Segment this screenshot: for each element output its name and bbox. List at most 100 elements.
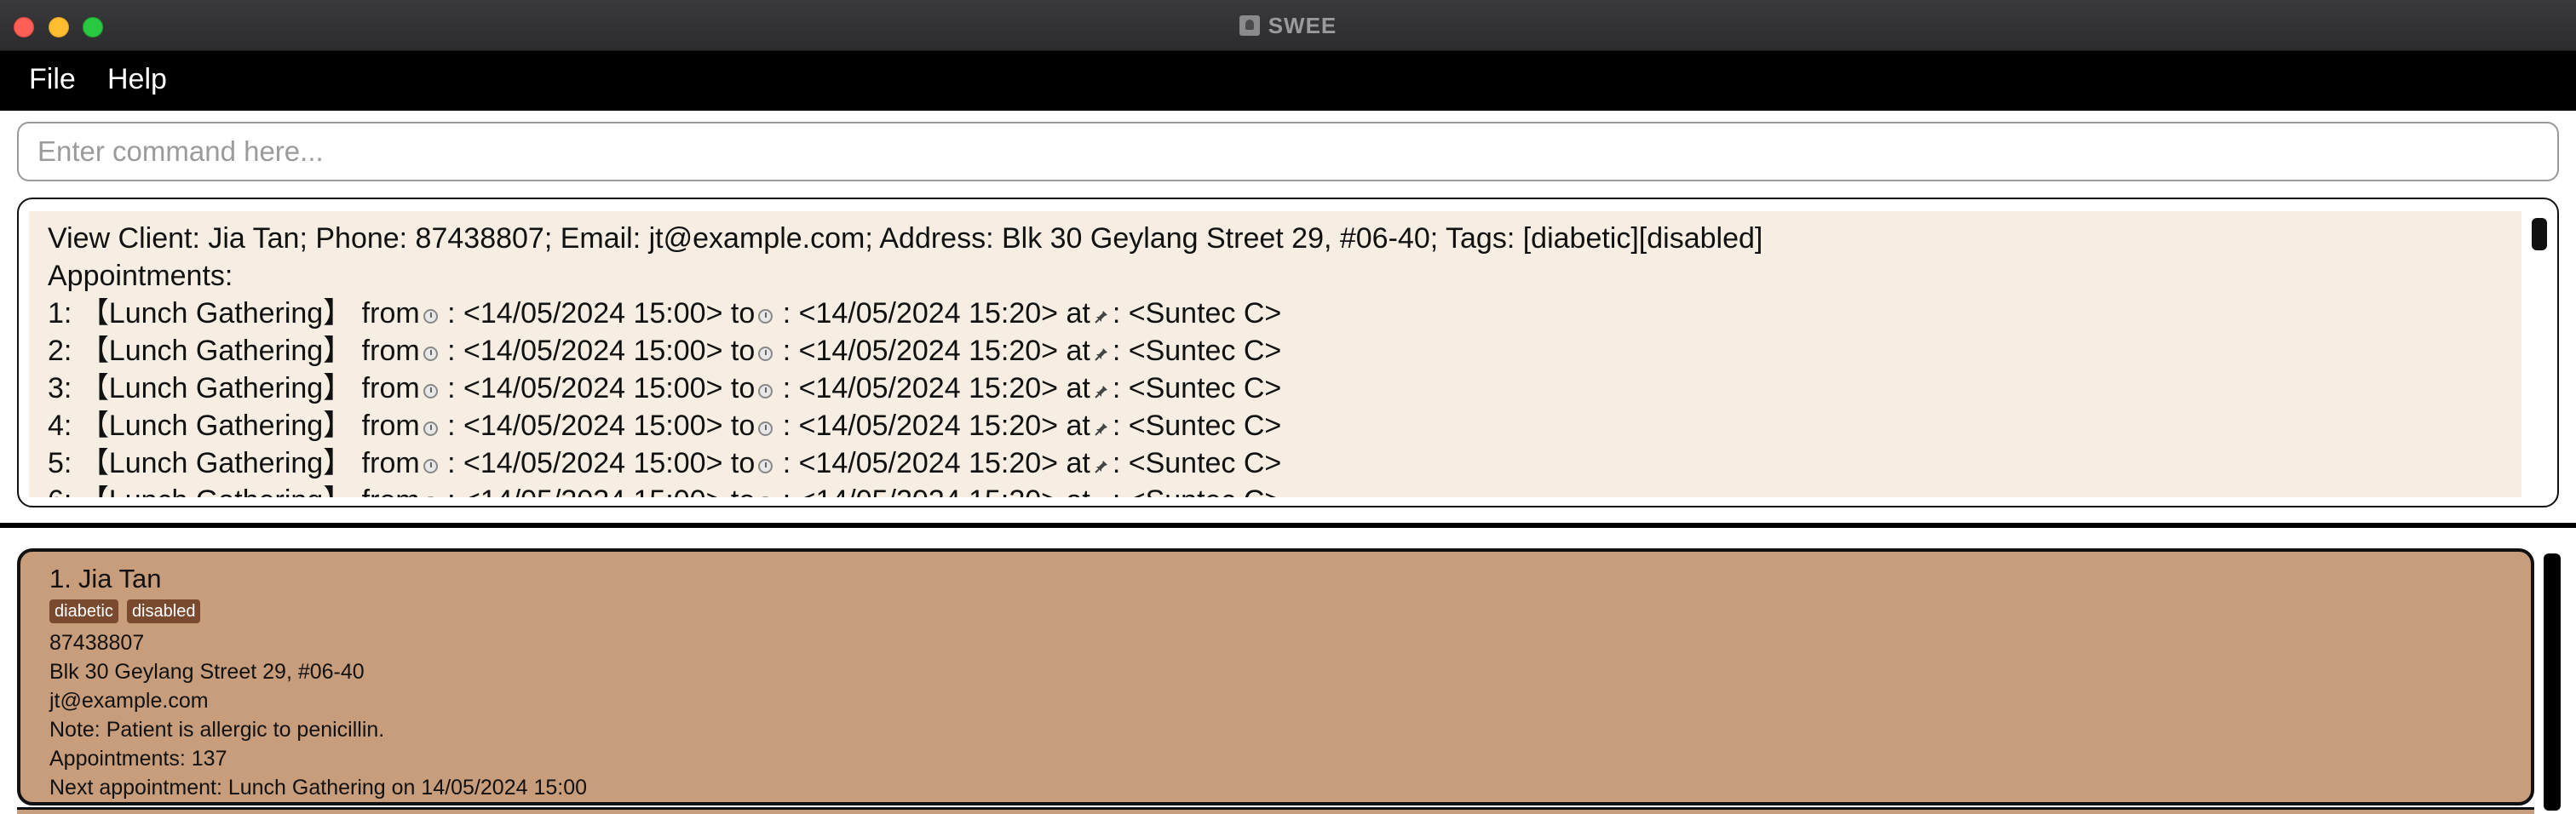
- person-address: Blk 30 Geylang Street 29, #06-40: [49, 660, 365, 684]
- appointment-index: 2:: [48, 335, 72, 367]
- result-header: View Client: Jia Tan; Phone: 87438807; E…: [48, 222, 1763, 255]
- appointment-from-time: : <14/05/2024 15:00>: [447, 484, 722, 497]
- appointment-line: 4: 【Lunch Gathering】 from : <14/05/2024 …: [48, 407, 2521, 444]
- appointment-from-time: : <14/05/2024 15:00>: [447, 372, 723, 404]
- window-title: SWEE: [0, 13, 2576, 39]
- appointment-to-time: : <14/05/2024 15:20>: [782, 335, 1059, 367]
- appointment-from-time: : <14/05/2024 15:00>: [447, 335, 723, 367]
- appointment-index: 6:: [48, 484, 72, 497]
- result-text-area[interactable]: View Client: Jia Tan; Phone: 87438807; E…: [29, 211, 2521, 497]
- clock-icon: [758, 496, 773, 497]
- appointment-index: 1:: [48, 297, 72, 330]
- clock-icon: [423, 347, 438, 361]
- pin-icon: [1094, 371, 1109, 398]
- appointment-at-label: at: [1066, 297, 1090, 330]
- appointment-index: 5:: [48, 447, 72, 479]
- appointment-to-time: : <14/05/2024 15:20>: [782, 372, 1059, 404]
- clock-icon: [423, 309, 438, 324]
- appointment-to-time: : <14/05/2024 15:20>: [782, 447, 1059, 479]
- person-next-appointment: Next appointment: Lunch Gathering on 14/…: [49, 776, 588, 800]
- person-tags: diabetic disabled: [49, 598, 2531, 628]
- appointment-line: 6: 【Lunch Gathering】 from : <14/05/2024 …: [48, 482, 2521, 497]
- appointment-from-label: from: [361, 372, 420, 404]
- appointment-title: 【Lunch Gathering】: [79, 372, 353, 404]
- appointment-at-label: at: [1066, 335, 1090, 367]
- appointment-from-time: : <14/05/2024 15:00>: [447, 447, 723, 479]
- next-person-card-edge: [17, 807, 2534, 814]
- appointment-from-label: from: [361, 447, 420, 479]
- appointment-at-label: at: [1066, 447, 1090, 479]
- person-note: Note: Patient is allergic to penicillin.: [49, 718, 385, 742]
- clock-icon: [423, 384, 438, 398]
- appointment-to-label: to: [730, 410, 756, 442]
- appointment-at-label: at: [1066, 484, 1090, 497]
- appointment-to-time: : <14/05/2024 15:20>: [782, 297, 1059, 330]
- menu-bar: File Help: [0, 51, 2576, 111]
- appointment-line: 2: 【Lunch Gathering】 from : <14/05/2024 …: [48, 332, 2521, 370]
- appointment-index: 3:: [48, 372, 72, 404]
- clock-icon: [423, 421, 438, 436]
- window-titlebar: SWEE: [0, 0, 2576, 51]
- appointment-from-label: from: [361, 297, 420, 330]
- appointment-to-time: : <14/05/2024 15:20>: [782, 410, 1059, 442]
- appointment-list: 1: 【Lunch Gathering】 from : <14/05/2024 …: [48, 295, 2521, 497]
- person-email: jt@example.com: [49, 689, 209, 713]
- appointment-location: : <Suntec C>: [1112, 297, 1282, 330]
- appointment-index: 4:: [48, 410, 72, 442]
- clock-icon: [758, 309, 773, 324]
- person-phone: 87438807: [49, 631, 145, 655]
- appointment-location: : <Suntec C>: [1112, 447, 1282, 479]
- menu-help[interactable]: Help: [107, 63, 167, 96]
- person-card-header: 1. Jia Tan: [49, 564, 2531, 598]
- result-scrollbar[interactable]: [2532, 218, 2547, 250]
- appointment-from-time: : <14/05/2024 15:00>: [447, 410, 723, 442]
- appointment-to-label: to: [730, 335, 756, 367]
- appointments-label: Appointments:: [48, 260, 233, 292]
- pin-icon: [1094, 409, 1109, 436]
- appointment-from-label: from: [362, 484, 420, 497]
- clock-icon: [423, 496, 438, 497]
- appointment-at-label: at: [1066, 410, 1090, 442]
- menu-file[interactable]: File: [29, 63, 76, 96]
- appointment-from-label: from: [361, 410, 420, 442]
- window-title-text: SWEE: [1268, 13, 1337, 38]
- person-name: Jia Tan: [78, 564, 162, 593]
- result-display: View Client: Jia Tan; Phone: 87438807; E…: [17, 198, 2559, 507]
- person-list-scrollbar[interactable]: [2544, 553, 2561, 811]
- person-index: 1.: [49, 564, 72, 593]
- appointment-to-label: to: [730, 372, 756, 404]
- appointment-location: : <Suntec C>: [1113, 484, 1281, 497]
- appointment-to-time: : <14/05/2024 15:20>: [783, 484, 1058, 497]
- tag-badge: diabetic: [49, 599, 118, 623]
- clock-icon: [423, 459, 438, 473]
- clock-icon: [758, 347, 773, 361]
- appointment-from-label: from: [361, 335, 420, 367]
- person-card[interactable]: 1. Jia Tan diabetic disabled 87438807 Blk …: [17, 548, 2534, 805]
- appointment-to-label: to: [731, 484, 755, 497]
- appointment-location: : <Suntec C>: [1112, 372, 1282, 404]
- appointment-line: 1: 【Lunch Gathering】 from : <14/05/2024 …: [48, 295, 2521, 332]
- person-appointment-count: Appointments: 137: [49, 747, 227, 771]
- person-list: 1. Jia Tan diabetic disabled 87438807 Blk …: [0, 528, 2576, 814]
- appointment-to-label: to: [730, 297, 756, 330]
- clock-icon: [758, 384, 773, 398]
- clock-icon: [758, 421, 773, 436]
- pin-icon: [1094, 334, 1109, 361]
- appointment-title: 【Lunch Gathering】: [79, 335, 353, 367]
- appointment-location: : <Suntec C>: [1112, 335, 1282, 367]
- appointment-from-time: : <14/05/2024 15:00>: [447, 297, 723, 330]
- app-icon: [1239, 15, 1260, 36]
- appointment-to-label: to: [730, 447, 756, 479]
- appointment-at-label: at: [1066, 372, 1090, 404]
- command-input[interactable]: [17, 122, 2559, 181]
- pin-icon: [1094, 484, 1109, 497]
- appointment-title: 【Lunch Gathering】: [80, 484, 352, 497]
- pin-icon: [1094, 296, 1109, 324]
- pin-icon: [1094, 446, 1109, 473]
- appointment-line: 5: 【Lunch Gathering】 from : <14/05/2024 …: [48, 444, 2521, 482]
- appointment-title: 【Lunch Gathering】: [79, 410, 353, 442]
- clock-icon: [758, 459, 773, 473]
- appointment-line: 3: 【Lunch Gathering】 from : <14/05/2024 …: [48, 370, 2521, 407]
- appointment-title: 【Lunch Gathering】: [79, 297, 353, 330]
- appointment-location: : <Suntec C>: [1112, 410, 1282, 442]
